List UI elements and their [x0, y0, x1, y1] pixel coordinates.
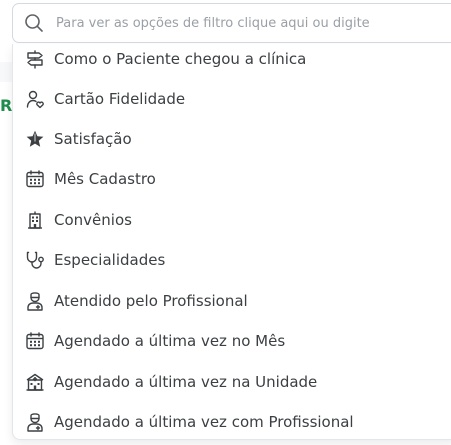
option-convenios[interactable]: Convênios: [13, 202, 451, 238]
building-icon: [28, 211, 42, 229]
filter-options-dropdown: Como o Paciente chegou a clínica Cartão …: [12, 44, 451, 440]
option-label: Satisfação: [54, 130, 132, 148]
option-agendado-mes[interactable]: Agendado a última vez no Mês: [13, 323, 451, 359]
option-mes-cadastro[interactable]: Mês Cadastro: [13, 161, 451, 197]
hospital-icon: [26, 373, 44, 391]
star-icon: [26, 130, 44, 147]
option-label: Cartão Fidelidade: [54, 90, 186, 108]
option-especialidades[interactable]: Especialidades: [13, 242, 451, 278]
doctor-icon: [27, 292, 43, 311]
option-label: Como o Paciente chegou a clínica: [54, 50, 307, 68]
option-agendado-unidade[interactable]: Agendado a última vez na Unidade: [13, 364, 451, 400]
option-cartao-fidelidade[interactable]: Cartão Fidelidade: [13, 81, 451, 117]
option-label: Mês Cadastro: [54, 170, 156, 188]
stethoscope-icon: [26, 251, 44, 269]
option-como-paciente-chegou[interactable]: Como o Paciente chegou a clínica: [13, 44, 451, 77]
option-satisfacao[interactable]: Satisfação: [13, 121, 451, 157]
background-heading-fragment: R: [0, 96, 12, 115]
user-heart-icon: [26, 90, 44, 109]
option-atendido-profissional[interactable]: Atendido pelo Profissional: [13, 283, 451, 319]
option-label: Convênios: [54, 211, 132, 229]
filter-page: R Como o Paciente chegou a clínica: [0, 0, 451, 445]
option-label: Agendado a última vez no Mês: [54, 332, 286, 350]
calendar-icon: [26, 170, 44, 188]
filter-search-box[interactable]: [12, 3, 451, 43]
calendar-icon: [26, 332, 44, 350]
option-agendado-profissional[interactable]: Agendado a última vez com Profissional: [13, 404, 451, 439]
doctor-icon: [27, 413, 43, 432]
option-label: Especialidades: [54, 251, 166, 269]
option-label: Agendado a última vez na Unidade: [54, 373, 318, 391]
signpost-icon: [27, 50, 43, 69]
option-label: Atendido pelo Profissional: [54, 292, 248, 310]
search-icon: [25, 14, 43, 32]
option-label: Agendado a última vez com Profissional: [54, 413, 354, 431]
filter-search-input[interactable]: [56, 8, 436, 38]
